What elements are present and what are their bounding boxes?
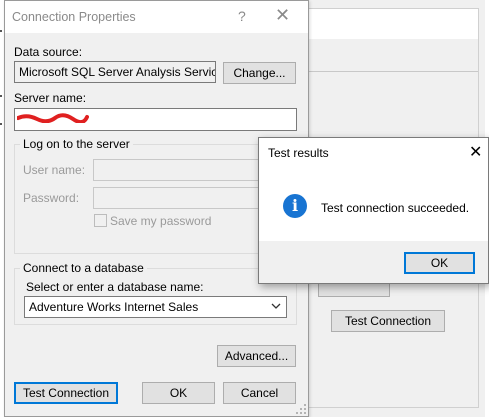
test-results-ok-button[interactable]: OK bbox=[404, 252, 475, 274]
background-test-connection-button[interactable]: Test Connection bbox=[331, 310, 445, 332]
save-password-label: Save my password bbox=[110, 214, 212, 228]
edge-artifact bbox=[0, 123, 2, 125]
test-results-title: Test results bbox=[268, 146, 329, 160]
select-db-label: Select or enter a database name: bbox=[26, 280, 204, 294]
chevron-down-icon[interactable] bbox=[271, 303, 281, 310]
test-results-dialog: Test results ✕ i Test connection succeed… bbox=[258, 137, 489, 284]
cancel-button[interactable]: Cancel bbox=[223, 382, 296, 404]
resize-grip-icon[interactable] bbox=[295, 403, 307, 415]
ok-button[interactable]: OK bbox=[142, 382, 215, 404]
edge-artifact bbox=[0, 30, 2, 32]
save-password-checkbox[interactable] bbox=[94, 214, 107, 227]
advanced-button[interactable]: Advanced... bbox=[217, 345, 296, 367]
help-icon[interactable]: ? bbox=[238, 8, 246, 24]
dialog-title-bar: Connection Properties ? ✕ bbox=[5, 1, 308, 33]
redaction-scribble bbox=[17, 113, 89, 123]
user-name-label: User name: bbox=[23, 163, 86, 177]
database-select[interactable]: Adventure Works Internet Sales bbox=[24, 296, 287, 318]
data-source-field: Microsoft SQL Server Analysis Services bbox=[14, 61, 216, 83]
logon-group-title: Log on to the server bbox=[20, 137, 133, 151]
background-panel-header bbox=[308, 9, 478, 39]
server-name-label: Server name: bbox=[14, 91, 87, 105]
close-icon[interactable]: ✕ bbox=[275, 5, 290, 26]
database-select-value: Adventure Works Internet Sales bbox=[29, 300, 199, 314]
connect-db-group-title: Connect to a database bbox=[20, 261, 147, 275]
background-divider bbox=[308, 71, 478, 72]
test-connection-button[interactable]: Test Connection bbox=[14, 382, 118, 404]
edge-artifact bbox=[0, 95, 2, 97]
info-icon: i bbox=[283, 194, 307, 218]
data-source-label: Data source: bbox=[14, 45, 83, 59]
test-results-message: Test connection succeeded. bbox=[321, 201, 470, 215]
password-label: Password: bbox=[23, 191, 80, 205]
test-results-footer: OK bbox=[259, 241, 488, 283]
close-icon[interactable]: ✕ bbox=[469, 142, 482, 162]
dialog-title: Connection Properties bbox=[12, 10, 136, 24]
change-button[interactable]: Change... bbox=[223, 62, 296, 84]
